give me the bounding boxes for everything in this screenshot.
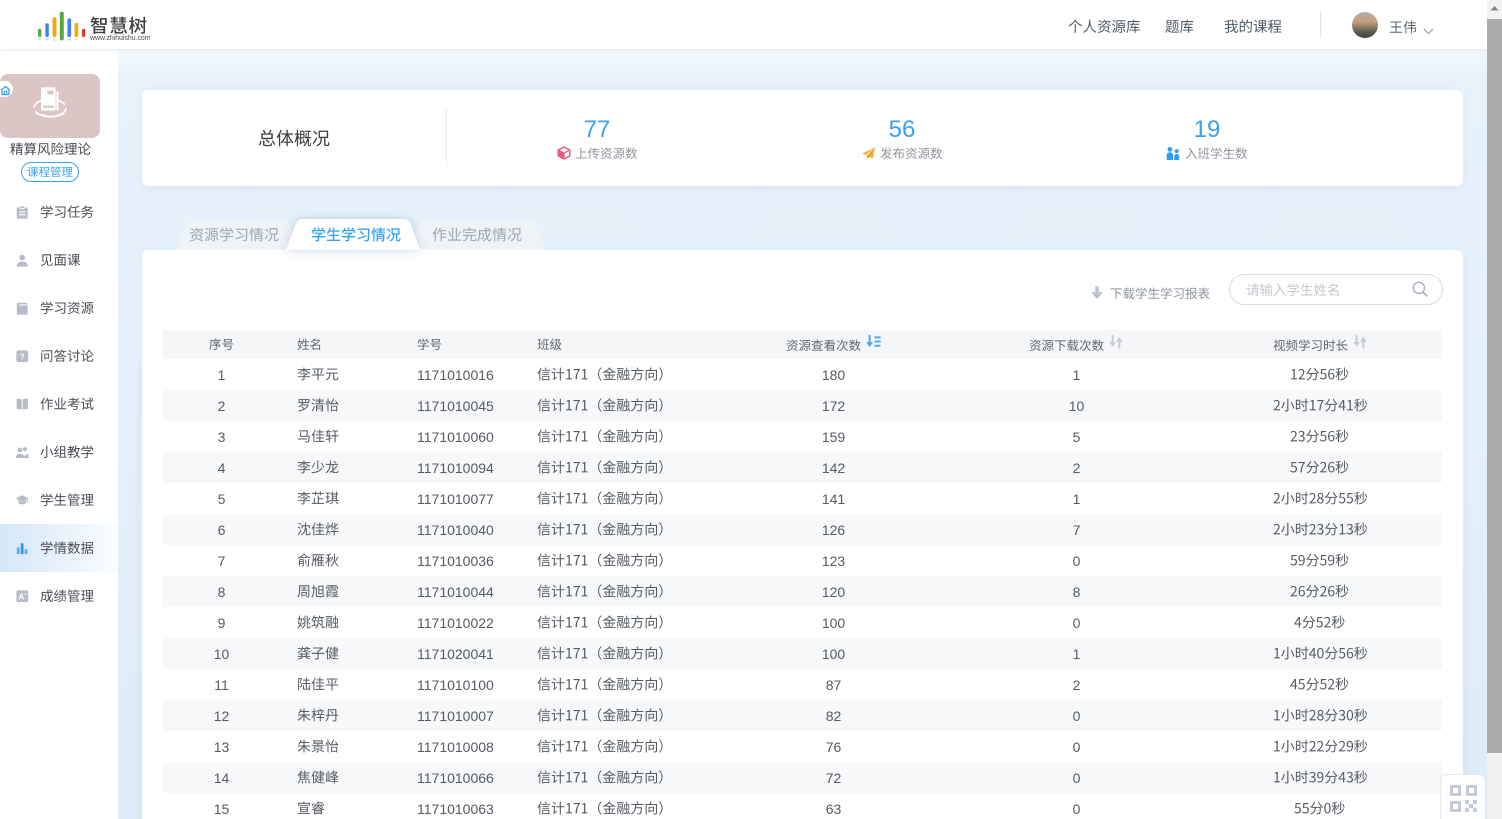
svg-text:?: ?	[20, 352, 25, 361]
svg-text:+: +	[24, 592, 27, 598]
